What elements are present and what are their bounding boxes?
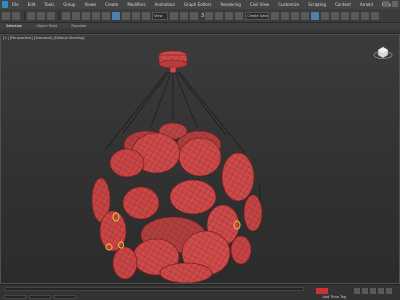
time-slider[interactable] [4, 287, 304, 291]
snaps-toggle-label[interactable]: 3 [201, 13, 204, 19]
menu-customize[interactable]: Customize [278, 2, 299, 7]
menu-tools[interactable]: Tools [44, 2, 54, 7]
curve-editor-icon[interactable] [321, 11, 330, 20]
angle-snap-icon[interactable] [215, 11, 224, 20]
menu-graph-editors[interactable]: Graph Editors [184, 2, 211, 7]
select-scale-icon[interactable] [132, 11, 140, 20]
menu-animation[interactable]: Animation [155, 2, 175, 7]
bind-space-warp-icon[interactable] [47, 11, 55, 20]
menu-file[interactable]: File [12, 2, 19, 7]
select-object-icon[interactable] [72, 11, 80, 20]
selection-filter-icon[interactable] [62, 11, 70, 20]
select-rotate-icon[interactable] [122, 11, 130, 20]
undo-icon[interactable] [2, 11, 10, 20]
spinner-snap-icon[interactable] [235, 11, 244, 20]
pivot-center-icon[interactable] [170, 11, 178, 20]
keyboard-shortcut-override-icon[interactable] [190, 11, 198, 20]
unlink-icon[interactable] [37, 11, 45, 20]
menu-views[interactable]: Views [84, 2, 96, 7]
menu-civil-view[interactable]: Civil View [250, 2, 269, 7]
chandelier-model[interactable] [1, 35, 399, 283]
toggle-ribbon-icon[interactable] [311, 11, 320, 20]
menu-modifiers[interactable]: Modifiers [127, 2, 145, 7]
menu-edit[interactable]: Edit [28, 2, 36, 7]
menu-create[interactable]: Create [105, 2, 118, 7]
toolbar-separator [24, 11, 25, 20]
menu-arnold[interactable]: Arnold [360, 2, 373, 7]
render-production-icon[interactable] [371, 11, 380, 20]
tab-populate[interactable]: Populate [71, 24, 86, 28]
reference-coordinate-dropdown[interactable]: View [152, 11, 168, 20]
window-controls [383, 1, 398, 7]
menu-group[interactable]: Group [63, 2, 75, 7]
menu-bar: File Edit Tools Group Views Create Modif… [0, 0, 400, 9]
window-crossing-icon[interactable] [102, 11, 110, 20]
select-manipulate-icon[interactable] [180, 11, 188, 20]
align-icon[interactable] [291, 11, 300, 20]
rendered-frame-window-icon[interactable] [361, 11, 370, 20]
rectangular-selection-icon[interactable] [92, 11, 100, 20]
select-by-name-icon[interactable] [82, 11, 90, 20]
main-toolbar: View 3 Create Selection Se [0, 9, 400, 23]
link-icon[interactable] [27, 11, 35, 20]
add-time-tag-button[interactable]: Add Time Tag [323, 295, 347, 299]
x-coordinate-field[interactable] [4, 295, 26, 299]
edit-named-selection-icon[interactable] [271, 11, 280, 20]
render-setup-icon[interactable] [351, 11, 360, 20]
minimize-icon[interactable] [383, 1, 389, 7]
snaps-toggle-icon[interactable] [205, 11, 214, 20]
material-editor-icon[interactable] [341, 11, 350, 20]
menu-scripting[interactable]: Scripting [308, 2, 326, 7]
mirror-icon[interactable] [281, 11, 290, 20]
select-place-icon[interactable] [142, 11, 150, 20]
menu-rendering[interactable]: Rendering [221, 2, 241, 7]
tab-selection[interactable]: Selection [6, 24, 22, 28]
percent-snap-icon[interactable] [225, 11, 234, 20]
z-coordinate-field[interactable] [54, 295, 76, 299]
ceiling-canopy [158, 50, 188, 74]
perspective-viewport[interactable]: [+] [Perspective] [Standard] [Default Sh… [0, 34, 400, 284]
schematic-view-icon[interactable] [331, 11, 340, 20]
toolbar-separator [59, 11, 60, 20]
status-bar: Add Time Tag [0, 284, 400, 300]
menu-content[interactable]: Content [335, 2, 351, 7]
tab-object-paint[interactable]: Object Paint [36, 24, 57, 28]
y-coordinate-field[interactable] [29, 295, 51, 299]
redo-icon[interactable] [12, 11, 20, 20]
select-move-icon[interactable] [112, 11, 120, 20]
layer-explorer-icon[interactable] [301, 11, 310, 20]
named-selection-sets-dropdown[interactable]: Create Selection Se [245, 11, 270, 20]
app-logo-icon[interactable] [2, 1, 8, 8]
maximize-icon[interactable] [392, 1, 398, 7]
